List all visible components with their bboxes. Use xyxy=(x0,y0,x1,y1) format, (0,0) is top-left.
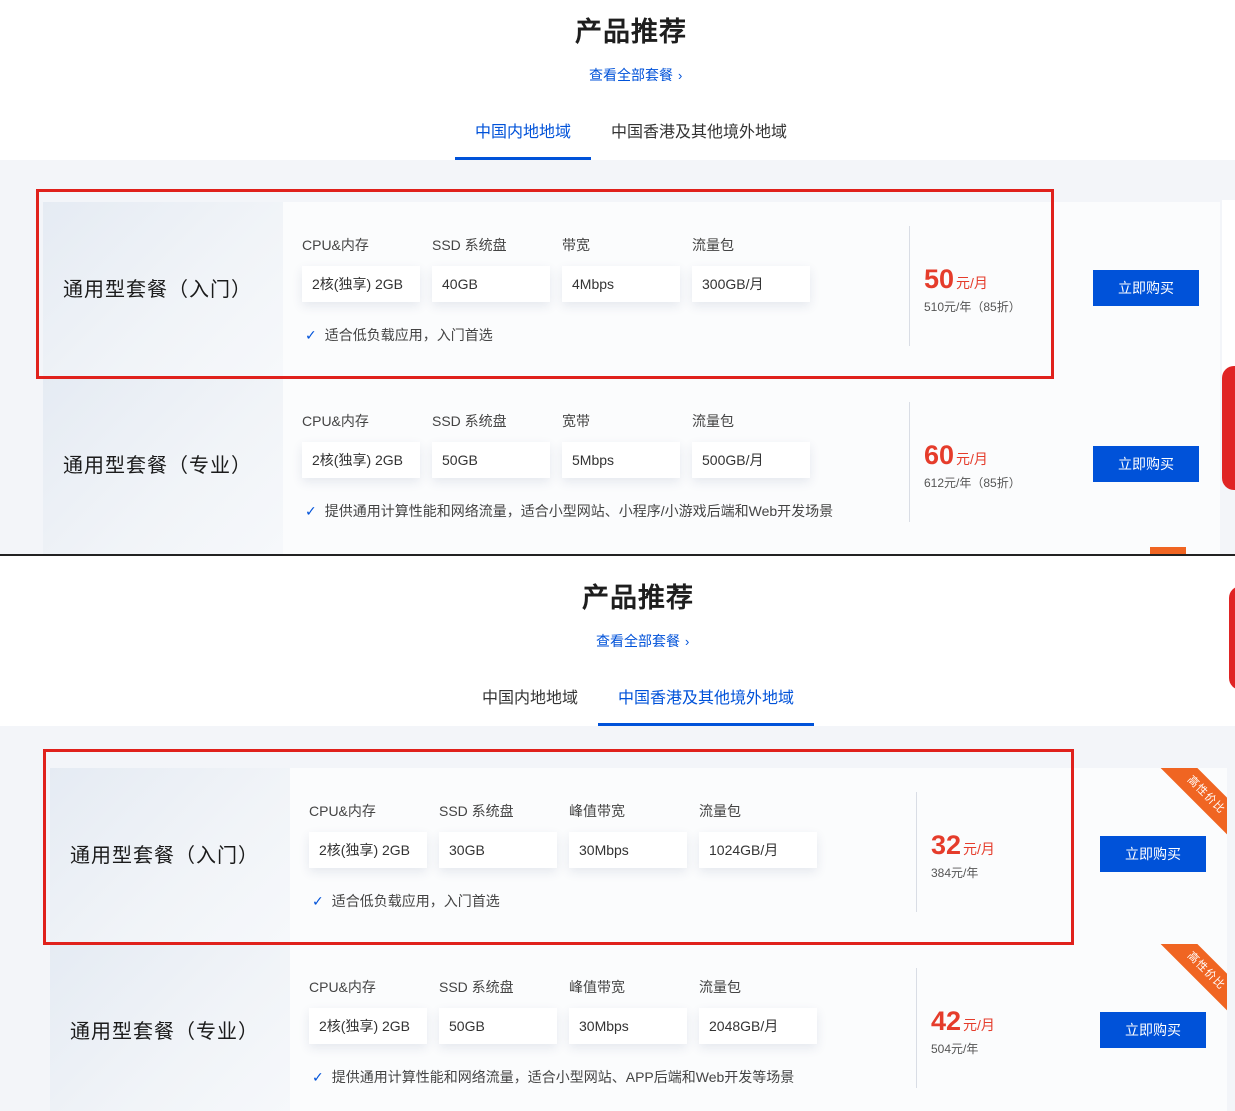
spec-value-traffic: 500GB/月 xyxy=(692,442,810,478)
spec-label-cpu: CPU&内存 xyxy=(309,979,376,995)
tab-active-indicator xyxy=(455,157,591,160)
side-promo-banner[interactable] xyxy=(1222,366,1235,490)
spec-label-traffic: 流量包 xyxy=(692,413,734,429)
next-card-edge xyxy=(1222,200,1235,376)
spec-label-disk: SSD 系统盘 xyxy=(432,413,507,429)
section-title: 产品推荐 xyxy=(582,583,694,613)
spec-label-bandwidth: 峰值带宽 xyxy=(569,979,625,995)
view-all-link[interactable]: 查看全部套餐 › xyxy=(596,631,689,651)
promo-badge-text: 高性价比 xyxy=(1157,768,1227,838)
plan-feature-text: 提供通用计算性能和网络流量，适合小型网站、APP后端和Web开发等场景 xyxy=(331,1069,795,1085)
price-yearly: 504元/年 xyxy=(931,1042,979,1056)
view-all-label: 查看全部套餐 xyxy=(589,67,673,83)
price-divider xyxy=(916,968,917,1088)
check-icon: ✓ xyxy=(305,503,317,519)
plan-name: 通用型套餐（专业） xyxy=(63,455,252,477)
spec-label-traffic: 流量包 xyxy=(699,979,741,995)
buy-now-button[interactable]: 立即购买 xyxy=(1100,1012,1206,1048)
promo-ribbon: 高性价比 xyxy=(1157,768,1227,838)
spec-value-traffic: 2048GB/月 xyxy=(699,1008,817,1044)
spec-label-bandwidth: 宽带 xyxy=(562,413,590,429)
tab-overseas[interactable]: 中国香港及其他境外地域 xyxy=(618,684,794,708)
price-value: 60 xyxy=(924,440,955,470)
next-badge-edge xyxy=(1150,547,1186,554)
price-yearly: 612元/年（85折） xyxy=(924,476,1021,490)
plan-feature: ✓ 提供通用计算性能和网络流量，适合小型网站、APP后端和Web开发等场景 xyxy=(312,1067,794,1087)
plan-card: 通用型套餐（专业） CPU&内存 SSD 系统盘 宽带 流量包 2核(独享) 2… xyxy=(43,378,1220,554)
side-promo-banner[interactable] xyxy=(1229,586,1235,690)
view-all-label: 查看全部套餐 xyxy=(596,633,680,649)
spec-value-bandwidth: 30Mbps xyxy=(569,1008,687,1044)
tab-active-indicator xyxy=(598,723,814,726)
promo-badge-text: 高性价比 xyxy=(1157,944,1227,1014)
plan-feature-text: 提供通用计算性能和网络流量，适合小型网站、小程序/小游戏后端和Web开发场景 xyxy=(324,503,834,519)
screenshot-mainland: 产品推荐 查看全部套餐 › 中国内地地域 中国香港及其他境外地域 通用型套餐（入门… xyxy=(0,0,1235,554)
price-monthly: 60 元/月 xyxy=(924,440,988,471)
price-value: 42 xyxy=(931,1006,962,1036)
price-unit: 元/月 xyxy=(956,451,988,467)
chevron-right-icon: › xyxy=(678,68,683,83)
plan-name: 通用型套餐（专业） xyxy=(70,1021,259,1043)
check-icon: ✓ xyxy=(312,1069,324,1085)
plan-feature: ✓ 提供通用计算性能和网络流量，适合小型网站、小程序/小游戏后端和Web开发场景 xyxy=(305,501,833,521)
spec-label-cpu: CPU&内存 xyxy=(302,413,369,429)
spec-value-cpu: 2核(独享) 2GB xyxy=(309,1008,427,1044)
tab-mainland[interactable]: 中国内地地域 xyxy=(482,684,578,708)
chevron-right-icon: › xyxy=(685,634,690,649)
highlight-box xyxy=(43,749,1074,945)
buy-now-button[interactable]: 立即购买 xyxy=(1100,836,1206,872)
buy-now-button[interactable]: 立即购买 xyxy=(1093,270,1199,306)
price-divider xyxy=(909,402,910,522)
tab-mainland[interactable]: 中国内地地域 xyxy=(475,118,571,142)
spec-value-disk: 50GB xyxy=(439,1008,557,1044)
plan-name-panel: 通用型套餐（专业） xyxy=(50,944,290,1111)
spec-value-disk: 50GB xyxy=(432,442,550,478)
plan-name-panel: 通用型套餐（专业） xyxy=(43,378,283,554)
tab-overseas[interactable]: 中国香港及其他境外地域 xyxy=(611,118,787,142)
promo-ribbon: 高性价比 xyxy=(1157,944,1227,1014)
price-monthly: 42 元/月 xyxy=(931,1006,995,1037)
view-all-link[interactable]: 查看全部套餐 › xyxy=(589,65,682,85)
buy-now-button[interactable]: 立即购买 xyxy=(1093,446,1199,482)
screenshot-overseas: 产品推荐 查看全部套餐 › 中国内地地域 中国香港及其他境外地域 通用型套餐（入门… xyxy=(0,556,1235,1111)
price-unit: 元/月 xyxy=(963,1017,995,1033)
spec-value-bandwidth: 5Mbps xyxy=(562,442,680,478)
plan-card: 通用型套餐（专业） CPU&内存 SSD 系统盘 峰值带宽 流量包 2核(独享)… xyxy=(50,944,1227,1111)
highlight-box xyxy=(36,189,1054,379)
section-title: 产品推荐 xyxy=(575,17,687,47)
spec-label-disk: SSD 系统盘 xyxy=(439,979,514,995)
spec-value-cpu: 2核(独享) 2GB xyxy=(302,442,420,478)
